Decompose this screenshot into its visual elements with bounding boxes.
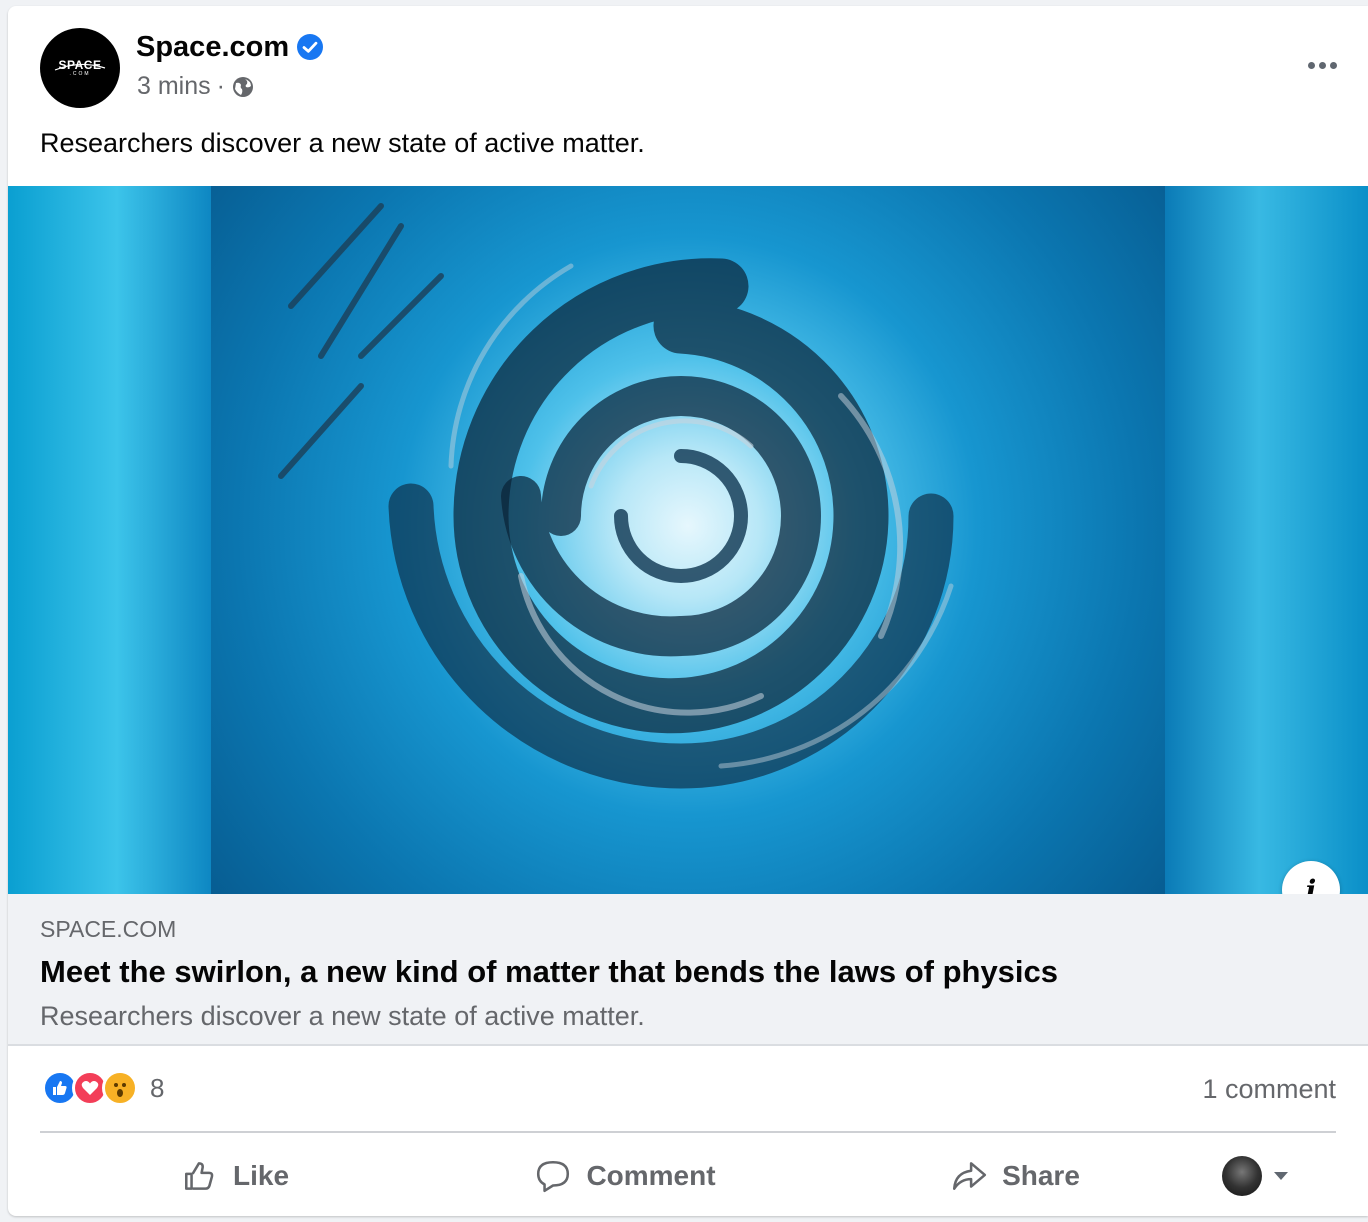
meta-separator: · [216,72,225,100]
dot [1329,61,1337,69]
link-preview-image[interactable] [8,186,1368,894]
thumbs-up-icon [184,1162,214,1190]
fish-school-image [211,186,1165,894]
divider [40,1131,1336,1133]
user-avatar [1222,1156,1262,1196]
post-timestamp[interactable]: 3 mins [137,72,211,101]
link-description: Researchers discover a new state of acti… [40,1001,645,1031]
wow-reaction-icon [102,1070,138,1106]
logo-swoosh-icon [54,63,106,71]
page-name-row: Space.com [136,30,324,64]
link-title[interactable]: Meet the swirlon, a new kind of matter t… [40,952,1058,992]
page-name-link[interactable]: Space.com [136,30,289,64]
speech-bubble-icon [537,1161,570,1193]
post-meta: 3 mins · [137,72,255,101]
dot [1318,61,1326,69]
verified-badge-icon [297,34,324,60]
like-button[interactable]: Like [40,1146,430,1206]
link-domain: SPACE.COM [40,916,177,942]
share-label: Share [1002,1160,1080,1191]
share-button[interactable]: Share [820,1146,1210,1206]
reaction-count: 8 [150,1072,165,1103]
post-card: SPACE .COM Space.com 3 mins · Researcher… [8,6,1368,1216]
comment-button[interactable]: Comment [430,1146,820,1206]
action-bar: Like Comment Share [40,1140,1336,1212]
dot [1307,61,1315,69]
page-avatar[interactable]: SPACE .COM [40,28,120,108]
like-label: Like [232,1160,290,1191]
post-text: Researchers discover a new state of acti… [40,128,645,158]
reactions-summary[interactable]: 8 [42,1070,164,1106]
more-options-icon[interactable] [1302,50,1342,80]
swirl-illustration [278,203,954,789]
share-arrow-icon [953,1162,987,1190]
caret-down-icon [1274,1172,1288,1180]
comment-count-link[interactable]: 1 comment [1202,1074,1336,1105]
globe-icon[interactable] [231,75,255,99]
comment-label: Comment [586,1160,716,1191]
post-as-selector[interactable] [1222,1156,1288,1196]
link-preview[interactable]: SPACE.COM Meet the swirlon, a new kind o… [8,894,1368,1046]
